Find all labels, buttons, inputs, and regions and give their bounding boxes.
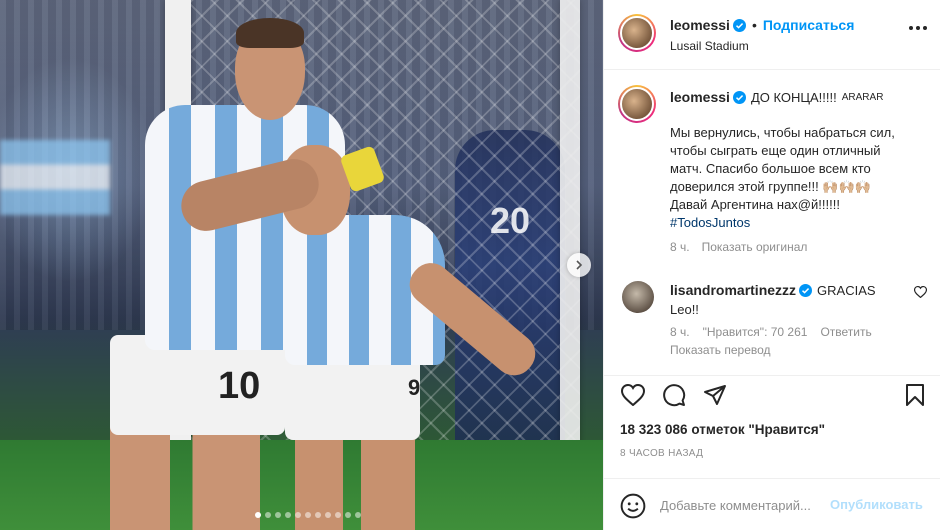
caption-meta: 8 ч. Показать оригинал [670, 240, 807, 254]
carousel-dot [325, 512, 331, 518]
bookmark-icon [906, 384, 924, 406]
caption-avatar[interactable] [618, 85, 656, 123]
more-options-icon[interactable] [909, 26, 927, 30]
heart-icon [621, 384, 645, 406]
author-line: leomessi • Подписаться [670, 17, 854, 33]
caption-username[interactable]: leomessi [670, 89, 730, 105]
comment-text: GRACIAS [817, 282, 876, 298]
comment-heart-icon[interactable] [914, 286, 927, 298]
caption-line: чтобы сыграть еще один отличный [670, 143, 881, 158]
verified-badge-icon [799, 283, 813, 297]
player-one-hair [236, 18, 304, 48]
jersey-number-back: 9 [408, 375, 421, 400]
caption-line: Мы вернулись, чтобы набраться сил, [670, 125, 895, 140]
chevron-right-icon [576, 260, 583, 270]
comment-line: lisandromartinezzz GRACIAS [670, 282, 876, 298]
comment-reply-button[interactable]: Ответить [820, 325, 871, 339]
post-header: leomessi • Подписаться Lusail Stadium [604, 0, 940, 70]
show-translation-link[interactable]: Показать перевод [670, 343, 771, 357]
carousel-next-button[interactable] [567, 253, 591, 277]
comment-text-continued: Leo!! [670, 302, 699, 317]
caption-line: доверился этой группе!!! 🙌🏼🙌🏼🙌🏼 [670, 179, 871, 194]
caption-tag: ARARAR [841, 91, 884, 103]
hashtag-link[interactable]: #TodosJuntos [670, 214, 925, 232]
comment-bubble-icon [663, 384, 686, 407]
publish-button[interactable]: Опубликовать [830, 497, 923, 512]
comment-time: 8 ч. [670, 325, 690, 339]
caption-line: Давай Аргентина нах@й!!!!!! [670, 197, 840, 212]
carousel-dot [335, 512, 341, 518]
commenter-avatar[interactable] [622, 281, 654, 313]
author-username[interactable]: leomessi [670, 17, 730, 33]
verified-badge-icon [732, 18, 746, 32]
comment-composer: Опубликовать [604, 478, 940, 530]
carousel-dot [275, 512, 281, 518]
like-button[interactable] [620, 382, 646, 408]
carousel-dot [265, 512, 271, 518]
share-button[interactable] [702, 382, 728, 408]
post-side-panel: leomessi • Подписаться Lusail Stadium le… [603, 0, 940, 530]
post-timestamp: 8 ЧАСОВ НАЗАД [620, 448, 704, 459]
comment-likes[interactable]: "Нравится": 70 261 [703, 325, 808, 339]
jersey-number-front: 10 [218, 365, 261, 407]
comment-button[interactable] [661, 382, 687, 408]
carousel-dot [295, 512, 301, 518]
carousel-dot [255, 512, 261, 518]
caption-line: матч. Спасибо большое всем кто [670, 161, 871, 176]
post-location[interactable]: Lusail Stadium [670, 39, 749, 53]
verified-badge-icon [732, 90, 746, 104]
carousel-dot [305, 512, 311, 518]
comment-meta: 8 ч. "Нравится": 70 261 Ответить [670, 325, 872, 339]
likes-count[interactable]: 18 323 086 отметок "Нравится" [620, 422, 825, 437]
carousel-dot [345, 512, 351, 518]
carousel-dot [315, 512, 321, 518]
save-button[interactable] [902, 382, 928, 408]
caption-text: Мы вернулись, чтобы набраться сил, чтобы… [670, 124, 925, 232]
caption-time: 8 ч. [670, 240, 690, 254]
caption-title: ДО КОНЦА!!!!! [750, 89, 837, 105]
argentina-flag [0, 140, 110, 215]
show-original-link[interactable]: Показать оригинал [702, 240, 808, 254]
author-avatar[interactable] [618, 14, 656, 52]
commenter-username[interactable]: lisandromartinezzz [670, 282, 796, 298]
follow-button[interactable]: Подписаться [763, 17, 855, 33]
post-photo[interactable]: 20 10 9 [0, 0, 603, 530]
paper-plane-icon [704, 385, 726, 405]
separator-dot: • [751, 17, 757, 33]
smiley-icon[interactable] [620, 493, 646, 519]
carousel-dots [255, 512, 361, 518]
carousel-dot [285, 512, 291, 518]
player-one-legs [110, 425, 260, 530]
post-actions [604, 375, 940, 411]
caption-header: leomessi ДО КОНЦА!!!!! ARARAR [670, 89, 883, 105]
carousel-dot [355, 512, 361, 518]
